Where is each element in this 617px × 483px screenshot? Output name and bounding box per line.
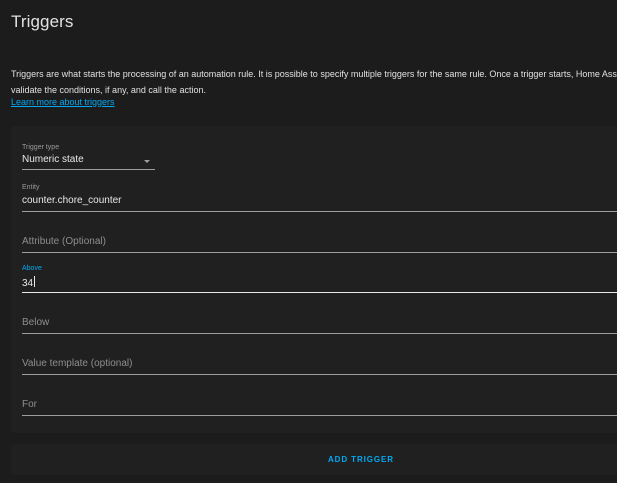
section-title: Triggers bbox=[11, 12, 74, 31]
section-description: Triggers are what starts the processing … bbox=[11, 66, 617, 98]
trigger-card: Trigger type Numeric state Entity counte… bbox=[11, 126, 617, 433]
learn-more-link[interactable]: Learn more about triggers bbox=[11, 97, 115, 107]
add-trigger-button[interactable]: ADD TRIGGER bbox=[322, 453, 400, 466]
attribute-field[interactable]: Attribute (Optional) bbox=[22, 223, 617, 253]
entity-label: Entity bbox=[22, 184, 40, 191]
for-field[interactable]: For bbox=[22, 386, 617, 416]
add-trigger-card: ADD TRIGGER bbox=[11, 444, 617, 475]
description-line: validate the conditions, if any, and cal… bbox=[11, 85, 206, 95]
description-line: Triggers are what starts the processing … bbox=[11, 69, 617, 79]
entity-field[interactable]: Entity counter.chore_counter bbox=[22, 182, 617, 212]
trigger-type-label: Trigger type bbox=[22, 144, 60, 151]
automation-editor-page: Triggers Triggers are what starts the pr… bbox=[0, 0, 617, 483]
value-template-placeholder: Value template (optional) bbox=[22, 358, 133, 369]
for-placeholder: For bbox=[22, 399, 37, 410]
attribute-placeholder: Attribute (Optional) bbox=[22, 236, 106, 247]
trigger-type-select[interactable]: Trigger type Numeric state bbox=[22, 142, 155, 170]
trigger-type-value: Numeric state bbox=[22, 154, 84, 165]
value-template-field[interactable]: Value template (optional) bbox=[22, 345, 617, 375]
below-field[interactable]: Below bbox=[22, 304, 617, 334]
above-field[interactable]: Above 34 bbox=[22, 263, 617, 293]
text-cursor bbox=[34, 276, 36, 287]
entity-value: counter.chore_counter bbox=[22, 195, 122, 206]
above-value: 34 bbox=[22, 278, 34, 289]
below-placeholder: Below bbox=[22, 317, 50, 328]
above-label: Above bbox=[22, 265, 42, 272]
above-value-wrapper: 34 bbox=[22, 276, 36, 289]
chevron-down-icon bbox=[144, 160, 150, 163]
